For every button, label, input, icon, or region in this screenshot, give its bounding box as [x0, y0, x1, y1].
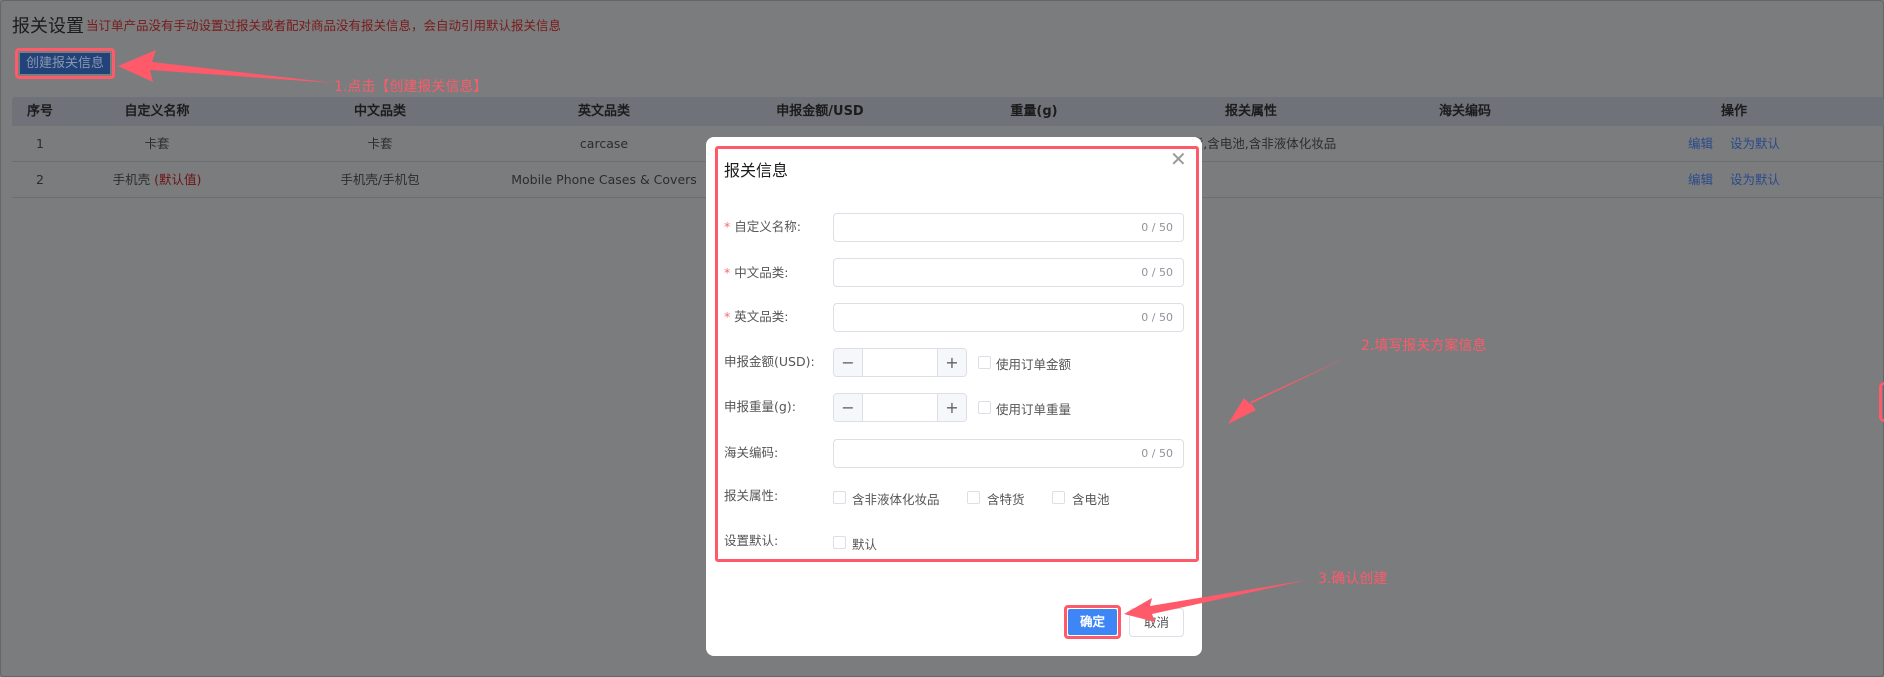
cell-index: 2 — [36, 172, 44, 187]
dialog-title: 报关信息 — [724, 161, 789, 180]
cell-name: 手机壳 (默认值) — [113, 162, 202, 198]
amount-stepper[interactable]: − + — [833, 348, 967, 377]
use-order-amount-checkbox[interactable] — [978, 356, 991, 369]
edit-link[interactable]: 编辑 — [1688, 126, 1713, 162]
attr-cosmetics-checkbox[interactable] — [833, 491, 846, 504]
page-title: 报关设置 — [12, 16, 84, 37]
th-hs-code: 海关编码 — [1438, 104, 1492, 119]
annotation-step-3: 3.确认创建 — [1318, 571, 1388, 587]
confirm-button[interactable]: 确定 — [1064, 605, 1121, 639]
weight-stepper[interactable]: − + — [833, 393, 967, 422]
minus-button[interactable]: − — [834, 349, 862, 376]
label-weight: 申报重量(g): — [724, 399, 796, 414]
attr-battery-checkbox[interactable] — [1052, 491, 1065, 504]
label-text: 中文品类: — [734, 265, 789, 280]
required-mark: * — [724, 219, 731, 234]
side-tab-highlight[interactable] — [1879, 382, 1884, 422]
th-amount: 申报金额/USD — [776, 104, 864, 119]
annotation-step-2: 2.填写报关方案信息 — [1361, 338, 1487, 354]
cancel-button[interactable]: 取消 — [1129, 608, 1184, 637]
cell-en: Mobile Phone Cases & Covers — [511, 172, 697, 187]
confirm-label: 确定 — [1068, 609, 1117, 635]
cell-cn: 手机壳/手机包 — [340, 172, 420, 187]
label-cn-category: * 中文品类: — [724, 258, 788, 288]
close-icon[interactable]: ✕ — [1170, 148, 1187, 170]
attr-battery-label: 含电池 — [1072, 492, 1110, 507]
label-text: 自定义名称: — [734, 219, 801, 234]
label-text: 英文品类: — [734, 309, 789, 324]
amount-input[interactable] — [862, 349, 938, 376]
default-notice: 当订单产品没有手动设置过报关或者配对商品没有报关信息，会自动引用默认报关信息 — [86, 18, 562, 33]
label-attrs: 报关属性: — [724, 488, 779, 503]
create-customs-info-button[interactable]: 创建报关信息 — [15, 48, 115, 79]
default-checkbox[interactable] — [833, 536, 846, 549]
label-amount: 申报金额(USD): — [724, 354, 815, 369]
label-en-category: * 英文品类: — [724, 302, 788, 332]
cell-name: 卡套 — [144, 136, 170, 151]
hs-code-input[interactable]: 0 / 50 — [833, 439, 1184, 468]
cell-cn: 卡套 — [367, 136, 393, 151]
char-counter: 0 / 50 — [1141, 221, 1173, 234]
use-order-weight-checkbox[interactable] — [978, 401, 991, 414]
custom-name-input[interactable]: 0 / 50 — [833, 213, 1184, 242]
label-custom-name: * 自定义名称: — [724, 212, 801, 242]
table-header — [12, 97, 1884, 126]
default-label: 默认 — [852, 537, 878, 552]
default-tag: (默认值) — [154, 172, 202, 187]
edit-link[interactable]: 编辑 — [1688, 162, 1713, 198]
label-default: 设置默认: — [724, 533, 779, 548]
set-default-link[interactable]: 设为默认 — [1730, 162, 1780, 198]
char-counter: 0 / 50 — [1141, 447, 1173, 460]
attr-cosmetics-label: 含非液体化妆品 — [852, 492, 940, 507]
cn-category-input[interactable]: 0 / 50 — [833, 258, 1184, 287]
th-index: 序号 — [26, 104, 54, 119]
create-button-label: 创建报关信息 — [20, 53, 110, 74]
annotation-step-1: 1.点击【创建报关信息】 — [334, 79, 488, 95]
th-attrs: 报关属性 — [1224, 104, 1278, 119]
th-en-category: 英文品类 — [577, 104, 631, 119]
required-mark: * — [724, 309, 731, 324]
attr-special-checkbox[interactable] — [967, 491, 980, 504]
en-category-input[interactable]: 0 / 50 — [833, 303, 1184, 332]
th-weight: 重量(g) — [1010, 104, 1058, 119]
use-order-amount-label: 使用订单金额 — [996, 357, 1072, 372]
plus-button[interactable]: + — [938, 394, 966, 421]
weight-input[interactable] — [862, 394, 938, 421]
cell-en: carcase — [579, 136, 629, 151]
char-counter: 0 / 50 — [1141, 311, 1173, 324]
use-order-weight-label: 使用订单重量 — [996, 402, 1072, 417]
th-actions: 操作 — [1720, 104, 1748, 119]
required-mark: * — [724, 265, 731, 280]
th-custom-name: 自定义名称 — [124, 104, 190, 119]
plus-button[interactable]: + — [938, 349, 966, 376]
minus-button[interactable]: − — [834, 394, 862, 421]
name-text: 手机壳 — [112, 172, 151, 187]
char-counter: 0 / 50 — [1141, 266, 1173, 279]
th-cn-category: 中文品类 — [353, 104, 407, 119]
cell-index: 1 — [36, 136, 44, 151]
set-default-link[interactable]: 设为默认 — [1730, 126, 1780, 162]
label-hs-code: 海关编码: — [724, 445, 779, 460]
attr-special-label: 含特货 — [987, 492, 1025, 507]
